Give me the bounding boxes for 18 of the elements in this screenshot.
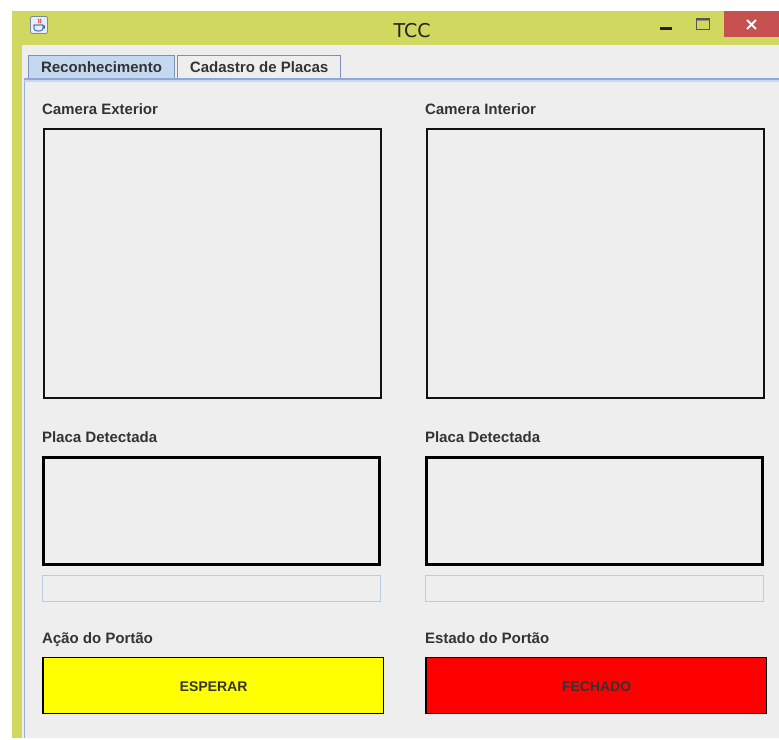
gate-status: ESPERAR xyxy=(42,657,384,714)
minimize-icon[interactable] xyxy=(660,27,672,31)
gate-label: Estado do Portão xyxy=(425,630,550,647)
cup-icon xyxy=(30,16,48,34)
plate-field[interactable] xyxy=(425,575,764,602)
close-button[interactable] xyxy=(724,11,779,37)
close-icon xyxy=(746,18,757,30)
tab[interactable]: Cadastro de Placas xyxy=(176,55,342,78)
tab[interactable]: Reconhecimento xyxy=(28,55,175,78)
camera-label: Camera Interior xyxy=(425,101,536,118)
camera-label: Camera Exterior xyxy=(42,101,158,118)
window-title: TCC xyxy=(393,20,431,42)
maximize-icon[interactable] xyxy=(696,18,710,30)
gate-status: FECHADO xyxy=(425,657,767,714)
plate-field[interactable] xyxy=(42,575,381,602)
plate-label: Placa Detectada xyxy=(425,429,540,446)
plate-label: Placa Detectada xyxy=(42,429,158,446)
gate-label: Ação do Portão xyxy=(42,630,153,647)
